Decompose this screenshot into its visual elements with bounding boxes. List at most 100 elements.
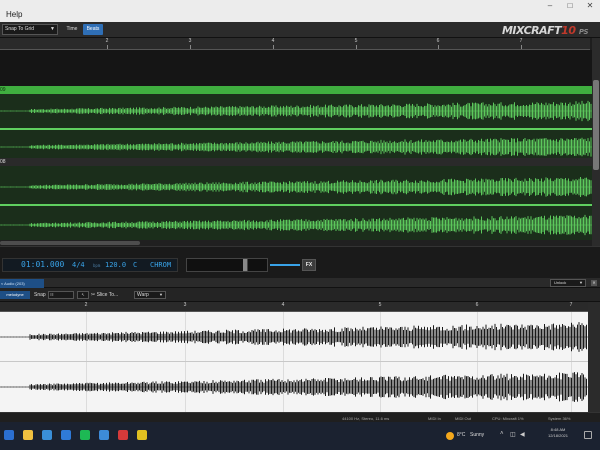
ruler-tick-label: 4 xyxy=(271,38,275,44)
system-tray: ˄ ◫ ◀ xyxy=(500,431,536,441)
title-bar: Help – □ ✕ xyxy=(0,0,600,22)
vertical-scroll-thumb[interactable] xyxy=(593,80,599,170)
master-volume-slider[interactable] xyxy=(270,264,300,266)
tab-audio[interactable]: ≈ Audio (203) xyxy=(0,279,44,288)
editor-vertical-scrollbar[interactable] xyxy=(588,302,600,414)
taskbar-app-icon[interactable] xyxy=(118,430,128,440)
fx-button[interactable]: FX xyxy=(302,259,316,271)
timeline-ruler[interactable]: 2 3 4 5 6 7 xyxy=(0,38,590,50)
menu-help[interactable]: Help xyxy=(6,10,22,19)
system-meter: System 36% xyxy=(548,416,571,421)
fader-segment xyxy=(247,259,248,271)
midi-out-indicator[interactable]: MIDI Out xyxy=(455,416,471,421)
taskbar-app-icon[interactable] xyxy=(99,430,109,440)
sample-editor-waveform[interactable] xyxy=(0,312,588,412)
speaker-icon[interactable]: ◀ xyxy=(520,431,525,438)
time-display[interactable]: 01:01.000 xyxy=(21,260,64,269)
chevron-down-icon: ▼ xyxy=(159,292,163,297)
maximize-button[interactable]: □ xyxy=(560,0,580,12)
time-signature[interactable]: 4/4 xyxy=(72,261,85,269)
editor-ruler-tick: 2 xyxy=(84,302,88,308)
tempo-display[interactable]: 120.0 xyxy=(105,261,126,269)
snap-grid-select[interactable]: ☷ xyxy=(48,291,74,299)
arrange-toolbar: Snap To Grid ▼ Time Beats MIXCRAFT10 PS xyxy=(0,22,600,38)
snap-select-value: Snap To Grid xyxy=(5,26,35,32)
logo-text: MIXCRAFT xyxy=(501,24,562,37)
taskbar-app-icon[interactable] xyxy=(80,430,90,440)
editor-tab-bar: ≈ Audio (203) Unlock ▼ ✕ xyxy=(0,278,600,288)
ruler-tick-mark xyxy=(438,45,439,49)
ruler-tick-label: 6 xyxy=(436,38,440,44)
weather-condition: Sunny xyxy=(470,432,485,438)
ruler-tick-mark xyxy=(521,45,522,49)
pointer-tool-select[interactable]: ↖ xyxy=(77,291,89,299)
melodyne-button[interactable]: melodyne xyxy=(0,291,30,299)
weather-temp: 8°C xyxy=(457,432,466,438)
mixcraft-window: Help – □ ✕ Snap To Grid ▼ Time Beats MIX… xyxy=(0,0,600,450)
ruler-tick-mark xyxy=(356,45,357,49)
warp-label: Warp xyxy=(137,292,149,298)
lane-separator xyxy=(0,204,592,206)
waveform-lane xyxy=(0,94,592,128)
taskbar-clock[interactable]: 8:48 AM 12/18/2021 xyxy=(538,427,578,445)
track-area: 09 08 xyxy=(0,50,592,246)
status-bar: 44100 Hz, Stereo, 11.6 ms MIDI In MIDI O… xyxy=(0,412,600,422)
scroll-thumb[interactable] xyxy=(0,241,140,245)
clip-header-2[interactable]: 08 xyxy=(0,158,592,166)
windows-taskbar: 8°C Sunny ˄ ◫ ◀ 8:48 AM 12/18/2021 xyxy=(0,422,600,450)
pointer-icon: ↖ xyxy=(81,292,85,297)
logo-edition: PS xyxy=(578,28,589,36)
chevron-up-icon[interactable]: ˄ xyxy=(500,431,504,437)
ruler-tick-mark xyxy=(107,45,108,49)
cpu-meter: CPU: Mixcraft 1% xyxy=(492,416,524,421)
notification-icon[interactable] xyxy=(584,431,592,439)
editor-ruler[interactable]: 2 3 4 5 6 7 xyxy=(0,302,590,312)
taskbar-app-icon[interactable] xyxy=(42,430,52,440)
editor-ruler-tick: 5 xyxy=(378,302,382,308)
unlock-select[interactable]: Unlock ▼ xyxy=(550,279,586,287)
clip-label-1: 09 xyxy=(0,87,6,93)
ruler-tick-label: 5 xyxy=(354,38,358,44)
editor-ruler-tick: 4 xyxy=(281,302,285,308)
warp-select[interactable]: Warp ▼ xyxy=(134,291,166,299)
slice-to-button[interactable]: ✂ Slice To... xyxy=(91,291,131,299)
grid-icon: ☷ xyxy=(50,292,54,297)
taskbar-app-icon[interactable] xyxy=(4,430,14,440)
transport-bar: 01:01.000 4/4 bpm 120.0 C CHROM FX xyxy=(0,246,600,278)
close-editor-button[interactable]: ✕ xyxy=(591,280,597,286)
editor-toolbar: melodyne Snap ☷ ↖ ✂ Slice To... Warp ▼ xyxy=(0,288,600,302)
taskbar-app-icon[interactable] xyxy=(61,430,71,440)
time-button[interactable]: Time xyxy=(64,25,80,34)
waveform-lane xyxy=(0,170,592,204)
chevron-down-icon: ▼ xyxy=(50,26,55,32)
window-controls: – □ ✕ xyxy=(540,0,600,12)
waveform-left xyxy=(0,177,592,197)
ruler-tick-label: 2 xyxy=(105,38,109,44)
midi-in-indicator[interactable]: MIDI In xyxy=(428,416,441,421)
key-display[interactable]: C xyxy=(133,261,137,269)
weather-widget[interactable]: 8°C Sunny xyxy=(446,431,492,441)
waveform-left xyxy=(0,100,592,122)
bpm-label: bpm xyxy=(93,263,101,268)
taskbar-app-icon[interactable] xyxy=(137,430,147,440)
taskbar-app-icon[interactable] xyxy=(23,430,33,440)
chevron-down-icon: ▼ xyxy=(579,280,583,285)
network-icon[interactable]: ◫ xyxy=(510,431,516,438)
snap-to-grid-select[interactable]: Snap To Grid ▼ xyxy=(2,24,58,35)
unlock-label: Unlock xyxy=(554,280,567,285)
beats-button[interactable]: Beats xyxy=(83,24,103,35)
clock-date: 12/18/2021 xyxy=(547,433,569,438)
scale-display[interactable]: CHROM xyxy=(150,261,171,269)
master-fader[interactable] xyxy=(186,258,268,272)
mixcraft-logo: MIXCRAFT10 PS xyxy=(501,24,589,37)
sun-icon xyxy=(446,432,454,440)
editor-ruler-tick: 7 xyxy=(569,302,573,308)
editor-ruler-tick: 3 xyxy=(183,302,187,308)
waveform-right xyxy=(0,214,592,236)
clip-body-2 xyxy=(0,166,592,246)
snap-label: Snap xyxy=(34,292,46,298)
close-button[interactable]: ✕ xyxy=(580,0,600,12)
logo-version: 10 xyxy=(561,24,576,37)
minimize-button[interactable]: – xyxy=(540,0,560,12)
clip-header-1[interactable]: 09 xyxy=(0,86,592,94)
